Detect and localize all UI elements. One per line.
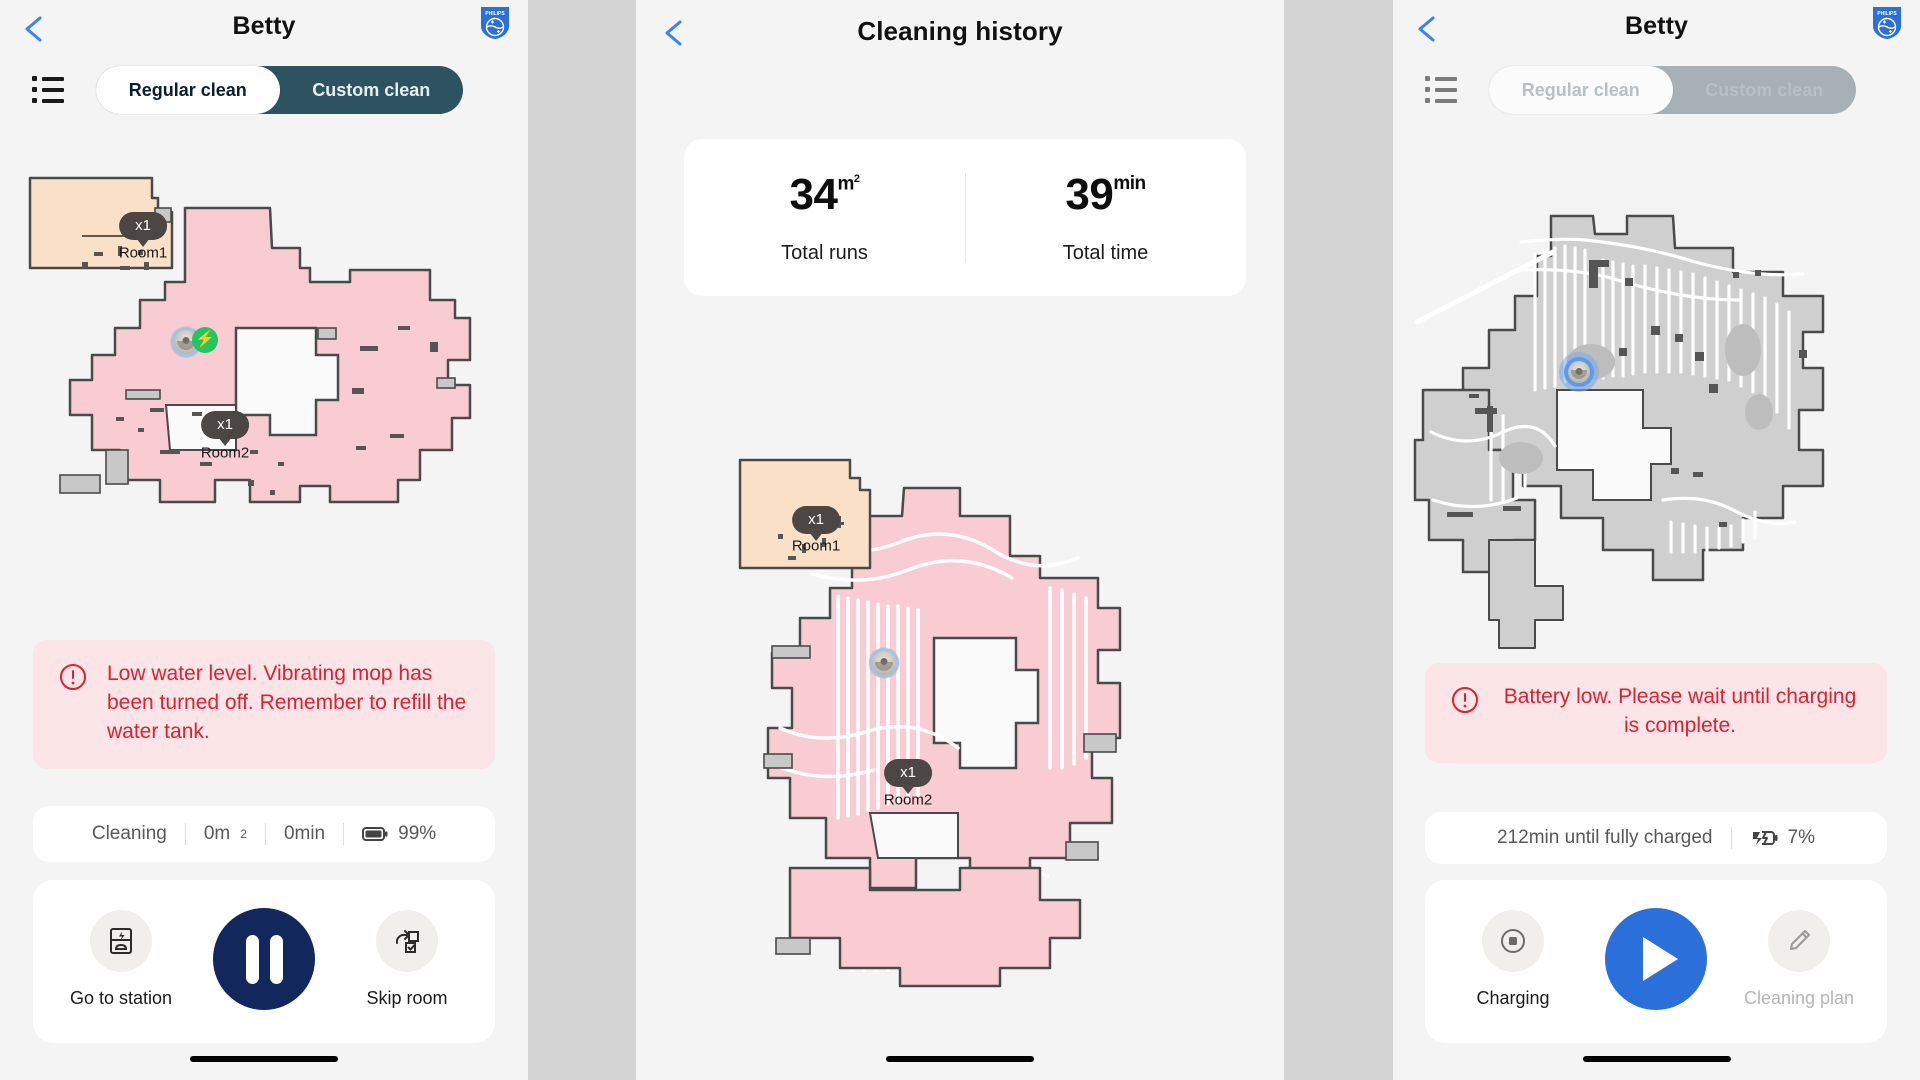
battery-charging-icon [1752, 831, 1777, 845]
room1-count: x1 [808, 511, 824, 528]
floor-map-panel3[interactable] [1403, 200, 1913, 670]
page-title: Betty [232, 12, 296, 40]
total-time-caption: Total time [1062, 242, 1149, 264]
room2-count: x1 [217, 416, 233, 433]
room-label-room1: Room1 [791, 537, 841, 555]
lightning-bolt-icon: ⚡ [192, 327, 218, 353]
go-to-station-button[interactable]: Go to station [69, 910, 173, 1009]
status-time: 0min [283, 823, 326, 844]
battery-low-alert: Battery low. Please wait until charging … [1425, 663, 1887, 763]
robot-vacuum-icon[interactable] [869, 648, 899, 678]
play-button[interactable] [1605, 908, 1707, 1010]
history-stats-card: 34 m2 Total runs 39 min Total time [684, 139, 1246, 296]
alert-circle-icon [1451, 686, 1479, 719]
go-to-station-label: Go to station [69, 988, 173, 1008]
stop-circle-icon [1482, 910, 1544, 972]
status-bar: Cleaning 0m 2 0min 99% [33, 806, 495, 862]
status-state: Cleaning [91, 823, 167, 844]
panel3-mode-row: Regular clean Custom clean [1393, 62, 1920, 124]
clean-mode-toggle[interactable]: Regular clean Custom clean [1489, 66, 1856, 114]
room-label-room1: Room1 [118, 244, 168, 262]
divider [343, 823, 345, 845]
status-area: 0m 2 [204, 823, 247, 845]
room-badge-room1: x1 [119, 212, 167, 247]
total-runs-value: 34 [789, 170, 838, 219]
pause-button[interactable] [213, 908, 315, 1010]
robot-vacuum-icon[interactable] [1564, 357, 1594, 387]
panel1-header: Betty PHILIPS [0, 0, 528, 62]
status-area-unit: 2 [240, 827, 247, 841]
low-water-alert: Low water level. Vibrating mop has been … [33, 640, 495, 769]
room-label-room2: Room2 [200, 444, 250, 462]
total-runs-caption: Total runs [781, 242, 868, 264]
philips-logo-icon: PHILIPS [480, 6, 510, 40]
page-title: Betty [1624, 12, 1688, 40]
tab-regular-clean[interactable]: Regular clean [1489, 66, 1673, 114]
alert-message: Battery low. Please wait until charging … [1503, 685, 1857, 737]
svg-text:PHILIPS: PHILIPS [485, 11, 505, 17]
status-battery: 7% [1750, 827, 1815, 849]
status-bar: 212min until fully charged 7% [1425, 812, 1887, 864]
status-battery: 99% [362, 823, 436, 845]
skip-room-label: Skip room [366, 988, 448, 1008]
play-icon [1643, 937, 1678, 981]
total-runs-unit-sup: 2 [853, 173, 860, 185]
cleaning-plan-button[interactable]: Cleaning plan [1744, 910, 1854, 1009]
skip-room-icon [376, 910, 438, 972]
panel-cleaning-history: Cleaning history 34 m2 Total runs 39 min T… [636, 0, 1284, 1080]
stat-total-time: 39 min Total time [965, 139, 1246, 296]
control-bar: Go to station Skip room [33, 880, 495, 1043]
floor-map-panel2[interactable]: x1 Room1 x1 Room2 [720, 438, 1200, 998]
philips-logo-icon: PHILIPS [1872, 6, 1902, 40]
panel-robot-cleaning: Betty PHILIPS Regular clean Custom clean… [0, 0, 528, 1080]
floor-map-panel1[interactable]: x1 Room1 x1 Room2 ⚡ [0, 150, 528, 630]
dock-station-icon [90, 910, 152, 972]
charging-label: Charging [1476, 988, 1550, 1008]
cleaning-plan-label: Cleaning plan [1743, 988, 1855, 1008]
total-time-value: 39 [1065, 170, 1114, 219]
charging-button[interactable]: Charging [1463, 910, 1563, 1009]
total-time-unit: min [1113, 173, 1146, 194]
home-indicator [1582, 1056, 1731, 1062]
clean-mode-toggle[interactable]: Regular clean Custom clean [96, 66, 463, 114]
room2-count: x1 [900, 764, 916, 781]
panel1-mode-row: Regular clean Custom clean [0, 62, 528, 124]
alert-circle-icon [59, 663, 87, 696]
alert-message: Low water level. Vibrating mop has been … [107, 662, 467, 743]
battery-percent: 7% [1787, 827, 1815, 848]
divider [184, 823, 186, 845]
battery-percent: 99% [398, 823, 437, 844]
control-bar: Charging Cleaning plan [1425, 880, 1887, 1043]
skip-room-button[interactable]: Skip room [357, 910, 457, 1009]
divider [1730, 827, 1732, 849]
three-panel-screenshot: Betty PHILIPS Regular clean Custom clean… [0, 0, 1920, 1080]
page-title: Cleaning history [857, 16, 1063, 46]
tab-custom-clean[interactable]: Custom clean [280, 66, 464, 114]
list-icon[interactable] [1425, 76, 1459, 106]
charge-eta: 212min until fully charged [1497, 827, 1713, 848]
pause-icon [245, 934, 283, 984]
room-badge-room2: x1 [201, 411, 249, 446]
total-runs-unit: m [837, 173, 854, 195]
divider [264, 823, 266, 845]
home-indicator [190, 1056, 338, 1062]
stat-total-runs: 34 m2 Total runs [684, 139, 965, 296]
status-area-value: 0m [203, 823, 231, 844]
panel2-header: Cleaning history [636, 0, 1284, 62]
home-indicator [886, 1056, 1034, 1062]
tab-regular-clean[interactable]: Regular clean [96, 66, 280, 114]
pencil-icon [1768, 910, 1830, 972]
tab-custom-clean[interactable]: Custom clean [1673, 66, 1857, 114]
room-badge-room1: x1 [792, 506, 840, 541]
svg-text:PHILIPS: PHILIPS [1877, 11, 1897, 17]
room-badge-room2: x1 [884, 759, 932, 794]
room-label-room2: Room2 [883, 791, 933, 809]
panel3-header: Betty PHILIPS [1393, 0, 1920, 62]
room1-count: x1 [135, 217, 151, 234]
list-icon[interactable] [32, 76, 66, 106]
panel-robot-charging: Betty PHILIPS Regular clean Custom clean… [1393, 0, 1920, 1080]
battery-icon [362, 827, 388, 841]
